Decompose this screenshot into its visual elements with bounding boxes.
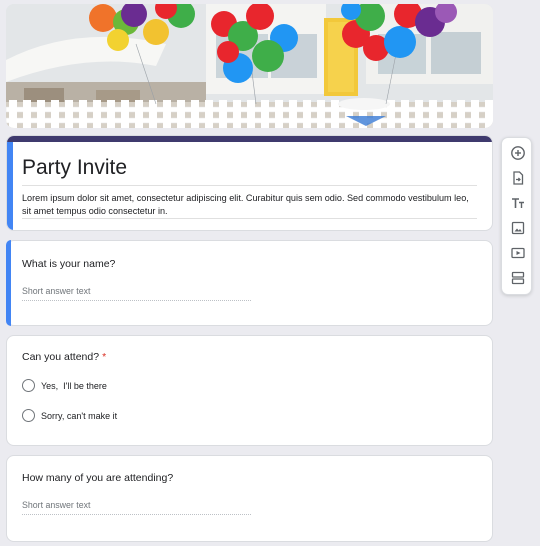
question-title: Can you attend? * (22, 351, 106, 363)
radio-button[interactable] (22, 379, 35, 392)
form-title-card[interactable]: Party Invite Lorem ipsum dolor sit amet,… (6, 135, 493, 231)
import-questions-button[interactable] (505, 167, 530, 189)
question-card-count[interactable]: How many of you are attending? Short ans… (6, 455, 493, 542)
add-question-button[interactable] (505, 142, 530, 164)
required-asterisk: * (102, 351, 107, 363)
add-image-button[interactable] (505, 217, 530, 239)
question-title: How many of you are attending? (22, 472, 174, 484)
question-card-name[interactable]: What is your name? Short answer text (6, 240, 493, 326)
question-card-attend[interactable]: Can you attend? * Yes, I'll be there Sorr… (6, 335, 493, 446)
title-divider (22, 185, 477, 186)
question-toolbar (501, 137, 532, 295)
description-divider (22, 218, 477, 219)
radio-option-yes[interactable]: Yes, I'll be there (22, 379, 107, 392)
radio-option-no[interactable]: Sorry, can't make it (22, 409, 117, 422)
add-question-icon (510, 146, 525, 160)
short-answer-field[interactable]: Short answer text (22, 500, 251, 515)
add-title-icon (511, 198, 524, 208)
theme-color-strip (7, 136, 492, 142)
add-video-button[interactable] (505, 242, 530, 264)
header-image (6, 4, 493, 128)
question-title-text: Can you attend? (22, 351, 100, 363)
add-image-icon (511, 221, 524, 235)
import-questions-icon (512, 171, 523, 185)
option-label: Yes, I'll be there (41, 380, 107, 391)
short-answer-field[interactable]: Short answer text (22, 286, 251, 301)
add-video-icon (510, 247, 525, 259)
form-description[interactable]: Lorem ipsum dolor sit amet, consectetur … (22, 192, 474, 217)
add-title-button[interactable] (505, 192, 530, 214)
active-indicator (7, 142, 13, 230)
form-title[interactable]: Party Invite (22, 156, 127, 180)
add-section-icon (511, 271, 524, 285)
add-section-button[interactable] (505, 267, 530, 289)
question-title: What is your name? (22, 258, 116, 270)
active-indicator (6, 240, 11, 326)
radio-button[interactable] (22, 409, 35, 422)
option-label: Sorry, can't make it (41, 410, 118, 421)
